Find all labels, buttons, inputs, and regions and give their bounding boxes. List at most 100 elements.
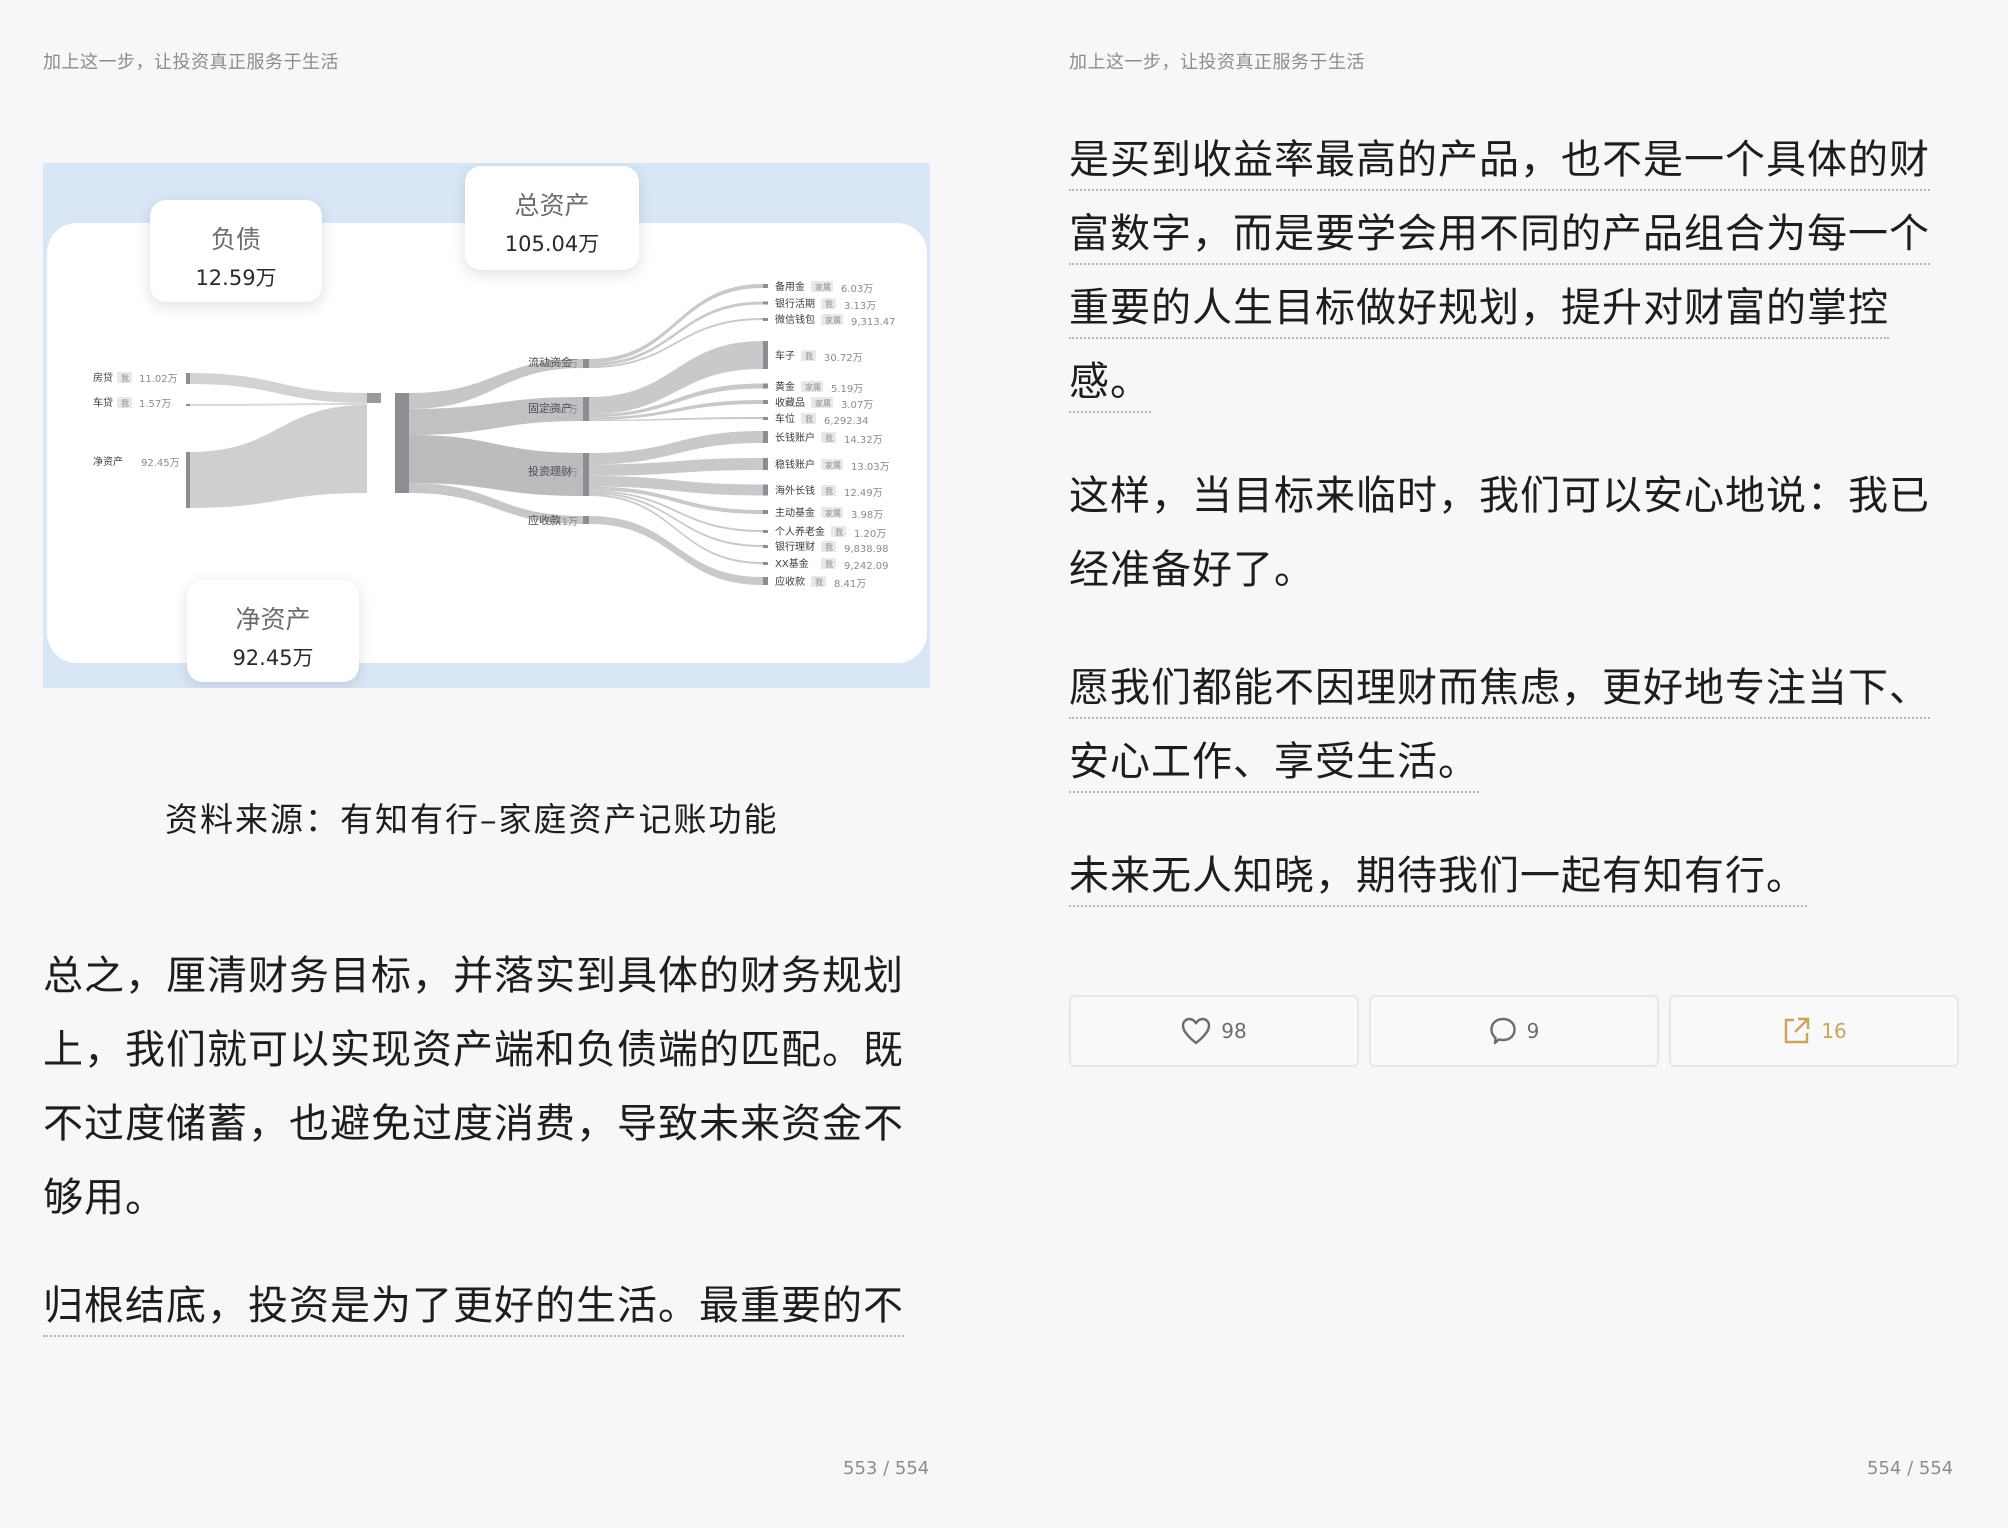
node-right	[763, 318, 768, 321]
node-mid	[583, 453, 589, 496]
highlighted-text[interactable]: 富数字，而是要学会用不同的产品组合为每一个	[1069, 211, 1930, 265]
node-right	[763, 431, 768, 443]
total-assets-value: 105.04万	[504, 232, 600, 256]
left-node-tag: 我	[121, 398, 129, 408]
right-node-value: 9,313.47	[851, 317, 896, 328]
flow-net-assets	[190, 405, 367, 508]
flow-mortgage	[190, 373, 367, 403]
net-assets-value: 92.45万	[232, 646, 314, 670]
right-node-value: 3.07万	[841, 400, 873, 411]
right-node-tag: 家属	[825, 508, 841, 518]
node-right	[763, 301, 768, 305]
left-paragraph-1: 总之，厘清财务目标，并落实到具体的财务规划 上，我们就可以实现资产端和负债端的匹…	[43, 939, 904, 1235]
action-bar: 98 9 16	[1069, 995, 1962, 1069]
right-node-value: 5.19万	[831, 384, 863, 395]
node-right	[763, 284, 768, 288]
like-button[interactable]: 98	[1069, 995, 1359, 1067]
mid-node-value: 8.41万	[546, 517, 578, 528]
right-node-label: 微信钱包	[775, 313, 815, 326]
right-node-tag: 我	[805, 351, 813, 361]
node-total-assets	[395, 393, 409, 493]
node-right	[763, 458, 768, 470]
right-node-label: 备用金	[775, 280, 805, 293]
highlighted-text[interactable]: 归根结底，投资是为了更好的生活。最重要的不	[43, 1283, 904, 1337]
node-total-liab	[367, 393, 381, 403]
highlighted-text[interactable]: 重要的人生目标做好规划，提升对财富的掌控	[1069, 285, 1889, 339]
right-node-value: 9,838.98	[844, 544, 889, 555]
right-node-value: 8.41万	[834, 579, 866, 590]
right-node-tag: 我	[825, 299, 833, 309]
right-node-value: 13.03万	[851, 462, 890, 473]
figure-caption: 资料来源：有知有行–家庭资产记账功能	[165, 800, 779, 839]
right-node-tag: 我	[825, 486, 833, 496]
text-line: 这样，当目标来临时，我们可以安心地说：我已	[1069, 473, 1930, 519]
right-node-tag: 家属	[825, 315, 841, 325]
right-page: 加上这一步，让投资真正服务于生活 是买到收益率最高的产品，也不是一个具体的财 富…	[1024, 0, 2008, 1528]
text-line: 上，我们就可以实现资产端和负债端的匹配。既	[43, 1027, 904, 1073]
right-node-tag: 家属	[815, 282, 831, 292]
right-node-label: 车子	[775, 349, 795, 362]
node-right	[763, 484, 768, 496]
net-assets-title: 净资产	[235, 605, 311, 634]
highlighted-text[interactable]: 是买到收益率最高的产品，也不是一个具体的财	[1069, 137, 1930, 191]
highlighted-text[interactable]: 未来无人知晓，期待我们一起有知有行。	[1069, 853, 1807, 907]
total-assets-title: 总资产	[514, 191, 590, 220]
node-mid	[583, 397, 589, 421]
right-node-tag: 我	[805, 414, 813, 424]
right-node-tag: 我	[835, 527, 843, 537]
page-number: 553 / 554	[843, 1458, 930, 1479]
right-node-tag: 我	[825, 559, 833, 569]
right-node-tag: 我	[815, 577, 823, 587]
node-right	[763, 400, 768, 404]
liabilities-value: 12.59万	[195, 266, 277, 290]
right-node-value: 6,292.34	[824, 416, 869, 427]
left-page: 加上这一步，让投资真正服务于生活 流动资金 10.09万 固定资产 39.61万 投资理…	[0, 0, 1004, 1528]
node-right	[763, 577, 768, 585]
right-node-label: 长钱账户	[775, 431, 815, 444]
node-left	[186, 373, 190, 384]
node-right	[763, 562, 768, 565]
total-assets-card: 总资产 105.04万	[465, 166, 639, 270]
right-node-label: 主动基金	[775, 506, 815, 519]
node-right	[763, 341, 768, 369]
right-node-tag: 家属	[805, 382, 821, 392]
node-right	[763, 545, 768, 548]
running-head: 加上这一步，让投资真正服务于生活	[1069, 52, 1365, 73]
net-assets-card: 净资产 92.45万	[187, 580, 359, 682]
node-right	[763, 510, 768, 514]
right-paragraph-2: 这样，当目标来临时，我们可以安心地说：我已 经准备好了。	[1069, 459, 1930, 607]
right-node-label: XX基金	[775, 557, 809, 570]
highlighted-text[interactable]: 安心工作、享受生活。	[1069, 739, 1479, 793]
right-node-value: 1.20万	[854, 529, 886, 540]
right-node-value: 14.32万	[844, 435, 883, 446]
right-node-value: 30.72万	[824, 353, 863, 364]
right-node-label: 银行理财	[775, 540, 815, 553]
highlighted-text[interactable]: 愿我们都能不因理财而焦虑，更好地专注当下、	[1069, 665, 1930, 719]
right-node-tag: 家属	[825, 460, 841, 470]
right-node-value: 6.03万	[841, 284, 873, 295]
page-number: 554 / 554	[1867, 1458, 1954, 1479]
asset-sankey-figure: 流动资金 10.09万 固定资产 39.61万 投资理财 46.93万 应收款 8.41万 备用…	[43, 163, 930, 688]
running-head: 加上这一步，让投资真正服务于生活	[43, 52, 339, 73]
right-node-value: 3.13万	[844, 301, 876, 312]
share-button[interactable]: 16	[1669, 995, 1959, 1067]
left-paragraph-2: 归根结底，投资是为了更好的生活。最重要的不	[43, 1269, 904, 1343]
flow-carloan	[190, 403, 367, 406]
right-node-label: 黄金	[775, 380, 795, 393]
left-node-label: 车贷	[93, 396, 113, 409]
heart-icon	[1181, 1017, 1211, 1045]
comment-bubble-icon	[1489, 1016, 1517, 1046]
flow-right	[589, 516, 763, 585]
comment-button[interactable]: 9	[1369, 995, 1659, 1067]
right-node-tag: 我	[825, 542, 833, 552]
comment-count: 9	[1526, 1019, 1540, 1043]
right-node-label: 海外长钱	[775, 484, 815, 497]
mid-node-value: 10.09万	[539, 359, 578, 370]
mid-node-value: 39.61万	[539, 405, 578, 416]
highlighted-text[interactable]: 感。	[1069, 359, 1151, 413]
like-count: 98	[1221, 1019, 1247, 1043]
text-line: 不过度储蓄，也避免过度消费，导致未来资金不	[43, 1101, 904, 1147]
right-node-label: 银行活期	[775, 297, 815, 310]
right-paragraph-4: 未来无人知晓，期待我们一起有知有行。	[1069, 839, 1807, 913]
mid-node-value: 46.93万	[539, 468, 578, 479]
